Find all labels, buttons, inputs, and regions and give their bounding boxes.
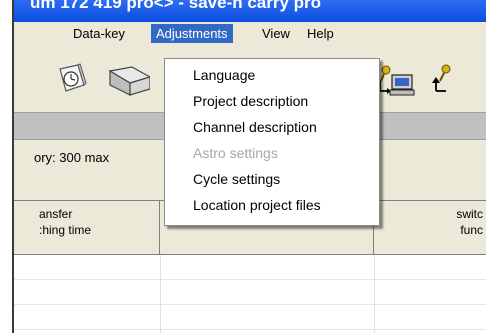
window-title: um 172 419 pro<> - save-n carry pro bbox=[30, 0, 322, 12]
menu-view[interactable]: View bbox=[257, 24, 295, 43]
column-header-line2: :hing time bbox=[39, 223, 92, 237]
adjustments-dropdown-menu: Language Project description Channel des… bbox=[164, 58, 380, 226]
menu-item-language[interactable]: Language bbox=[193, 62, 255, 88]
computer-transfer-icon bbox=[379, 65, 415, 96]
menu-item-channel-description[interactable]: Channel description bbox=[193, 114, 317, 140]
memory-status: ory: 300 max bbox=[34, 150, 110, 165]
column-header-switch[interactable]: switc func bbox=[374, 201, 486, 255]
table-row[interactable] bbox=[14, 255, 486, 280]
table-row[interactable] bbox=[14, 280, 486, 305]
envelope-icon bbox=[108, 66, 150, 96]
menu-item-astro-settings: Astro settings bbox=[193, 145, 278, 161]
column-divider bbox=[374, 255, 375, 333]
clock-document-icon bbox=[59, 63, 87, 92]
clock-document-button[interactable] bbox=[54, 63, 98, 97]
column-header-line1: switc bbox=[456, 207, 483, 221]
table-row[interactable] bbox=[14, 305, 486, 330]
menu-data-key[interactable]: Data-key bbox=[68, 24, 130, 43]
column-divider bbox=[160, 255, 161, 333]
envelope-button[interactable] bbox=[106, 63, 150, 97]
menu-bar: Data-key Adjustments View Help bbox=[14, 22, 486, 43]
computer-transfer-button[interactable] bbox=[376, 63, 420, 97]
menu-item-project-description[interactable]: Project description bbox=[193, 88, 308, 114]
key-transfer-button[interactable] bbox=[426, 63, 470, 97]
key-transfer-icon bbox=[432, 64, 451, 92]
menu-help[interactable]: Help bbox=[302, 24, 339, 43]
title-bar[interactable]: um 172 419 pro<> - save-n carry pro bbox=[14, 0, 486, 22]
menu-item-cycle-settings[interactable]: Cycle settings bbox=[193, 166, 280, 192]
column-header-line1: ansfer bbox=[39, 207, 73, 221]
column-header-line2: func bbox=[460, 223, 483, 237]
menu-adjustments[interactable]: Adjustments bbox=[151, 24, 233, 43]
menu-item-location-project-files[interactable]: Location project files bbox=[193, 192, 321, 218]
app-window: um 172 419 pro<> - save-n carry pro Data… bbox=[12, 0, 486, 333]
column-header-transfer[interactable]: ansfer :hing time bbox=[14, 201, 160, 255]
